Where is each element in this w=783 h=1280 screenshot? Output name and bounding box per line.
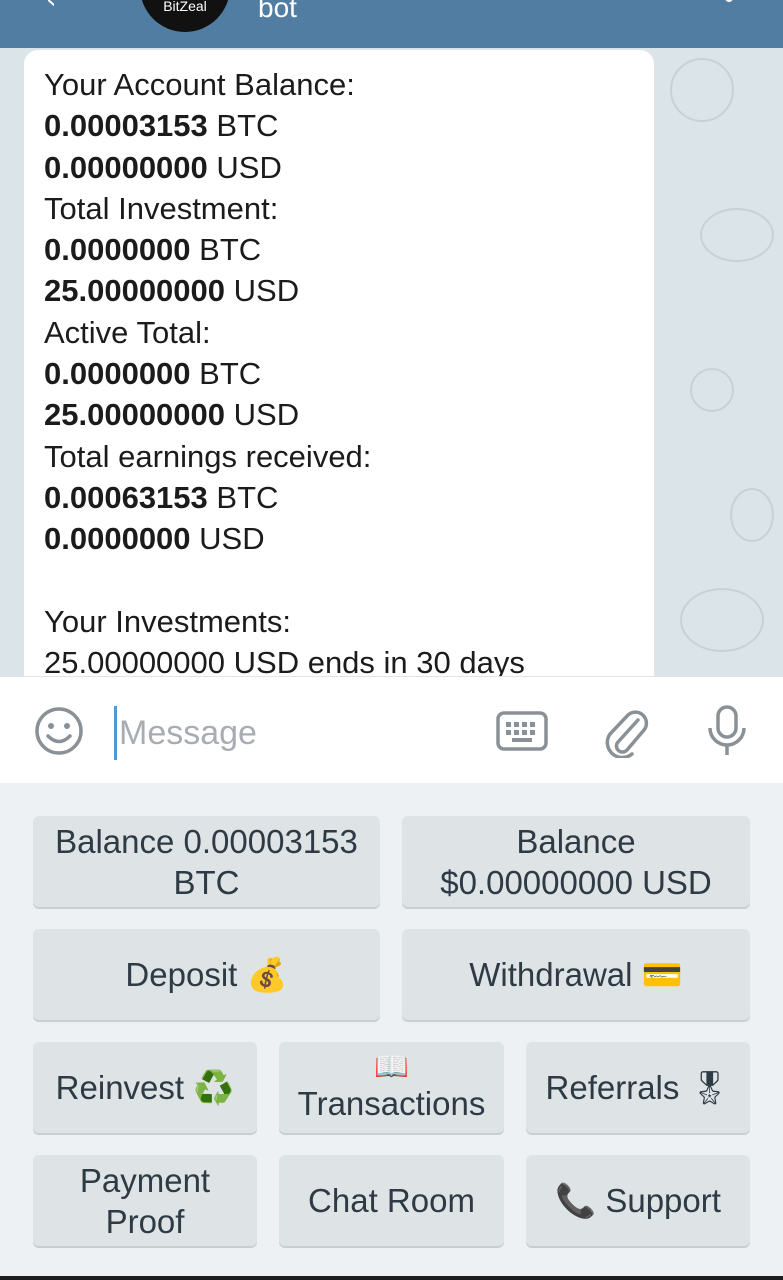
message-line: 25.00000000 USD xyxy=(44,273,300,309)
chat-header: ‹ BitZeal bot xyxy=(0,0,783,48)
button-label: $0.00000000 USD xyxy=(440,863,712,901)
message-line: 0.0000000 BTC xyxy=(44,232,262,268)
button-label: Transactions xyxy=(297,1085,486,1122)
payment-proof-button[interactable]: Payment Proof xyxy=(33,1155,257,1246)
chat-title[interactable]: bot xyxy=(258,0,297,24)
doodle-decoration xyxy=(700,208,774,262)
money-bag-icon: 💰 xyxy=(246,955,288,994)
button-label: Balance 0.00003153 xyxy=(55,822,358,860)
message-line: 0.00003153 BTC xyxy=(44,108,279,144)
navigation-bar-edge xyxy=(0,1276,783,1280)
message-line: 0.0000000 USD xyxy=(44,521,265,557)
message-line: Active Total: xyxy=(44,314,211,350)
message-line: 25.00000000 USD xyxy=(44,397,300,433)
balance-btc-button[interactable]: Balance 0.00003153 BTC xyxy=(33,816,380,907)
message-line: 0.0000000 BTC xyxy=(44,356,262,392)
medal-icon: 🎖 xyxy=(688,1068,731,1107)
button-label: Withdrawal xyxy=(469,956,633,993)
doodle-decoration xyxy=(680,588,764,652)
balance-usd-button[interactable]: Balance $0.00000000 USD xyxy=(402,816,750,907)
bot-message-bubble[interactable]: Your Account Balance: 0.00003153 BTC 0.0… xyxy=(24,50,654,676)
button-label: Chat Room xyxy=(308,1182,475,1219)
credit-card-icon: 💳 xyxy=(641,955,683,994)
button-label: Reinvest xyxy=(55,1069,185,1106)
button-label: Referrals xyxy=(545,1069,680,1106)
telephone-icon: 📞 xyxy=(555,1181,597,1220)
chat-background: Your Account Balance: 0.00003153 BTC 0.0… xyxy=(0,48,783,676)
referrals-button[interactable]: Referrals 🎖 xyxy=(526,1042,750,1133)
doodle-decoration xyxy=(690,368,734,412)
paperclip-icon[interactable] xyxy=(602,704,650,762)
button-label: Proof xyxy=(105,1202,185,1240)
button-label: Deposit xyxy=(125,956,238,993)
message-line: 0.00000000 USD xyxy=(44,149,282,185)
button-label: Payment xyxy=(79,1161,211,1199)
deposit-button[interactable]: Deposit 💰 xyxy=(33,929,380,1020)
chat-room-button[interactable]: Chat Room xyxy=(279,1155,504,1246)
back-arrow-icon[interactable]: ‹ xyxy=(46,0,70,14)
message-line xyxy=(44,560,634,601)
recycle-icon: ♻️ xyxy=(193,1068,235,1107)
keyboard-icon[interactable] xyxy=(496,711,548,755)
reinvest-button[interactable]: Reinvest ♻️ xyxy=(33,1042,257,1133)
button-label: BTC xyxy=(173,863,240,901)
smile-icon[interactable] xyxy=(33,705,85,761)
button-label: Balance xyxy=(516,822,636,860)
withdrawal-button[interactable]: Withdrawal 💳 xyxy=(402,929,750,1020)
avatar[interactable]: BitZeal xyxy=(140,0,230,32)
open-book-icon: 📖 xyxy=(374,1050,409,1083)
message-input[interactable] xyxy=(114,706,481,760)
transactions-button[interactable]: 📖 Transactions xyxy=(279,1042,504,1133)
more-menu-icon[interactable] xyxy=(725,0,733,2)
message-line: Total earnings received: xyxy=(44,438,372,474)
message-line: Your Account Balance: xyxy=(44,67,355,102)
doodle-decoration xyxy=(670,58,734,122)
message-line: Total Investment: xyxy=(44,190,279,226)
message-line: Your Investments: xyxy=(44,603,291,639)
support-button[interactable]: 📞 Support xyxy=(526,1155,750,1246)
button-label: Support xyxy=(605,1182,721,1219)
message-line: 25.00000000 USD ends in 30 days xyxy=(44,645,525,676)
microphone-icon[interactable] xyxy=(705,704,749,762)
doodle-decoration xyxy=(730,488,774,542)
message-line: 0.00063153 BTC xyxy=(44,479,279,515)
avatar-label: BitZeal xyxy=(163,0,207,14)
